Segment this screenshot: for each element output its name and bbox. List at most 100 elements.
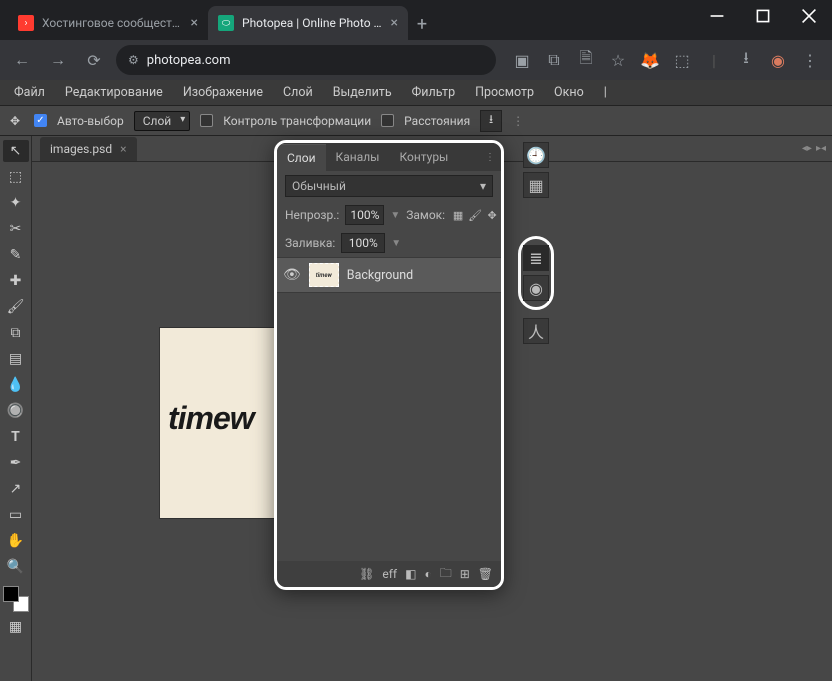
menu-more[interactable]: | [594,81,617,104]
brush-tool[interactable]: 🖌 [3,296,29,318]
menu-window[interactable]: Окно [544,81,594,104]
new-layer-icon[interactable]: ⊞ [460,567,470,581]
tab-paths[interactable]: Контуры [389,144,458,170]
clone-tool[interactable]: ⧉ [3,322,29,344]
scope-select[interactable]: Слой [134,111,191,131]
minimize-button[interactable] [694,0,740,32]
color-swatches[interactable] [3,586,29,612]
wand-tool[interactable]: ✦ [3,192,29,214]
fill-input[interactable]: 100% [341,233,385,253]
divider: | [700,46,728,74]
visibility-icon[interactable]: 👁 [283,267,301,283]
layer-thumbnail[interactable]: timew [309,263,339,287]
panel-collapse-icon[interactable]: ◂▸ [802,143,812,154]
properties-panel-button[interactable]: 人 [523,318,549,344]
distances-checkbox[interactable] [381,114,394,127]
extension-icon[interactable]: ⧉ [540,46,568,74]
layers-panel-button[interactable]: ≣ [523,245,549,271]
move-tool-icon: ✥ [6,112,24,130]
eyedropper-tool[interactable]: ✎ [3,244,29,266]
transform-controls-checkbox[interactable] [200,114,213,127]
browser-tab[interactable]: › Хостинговое сообщество «Tim × [8,6,208,40]
history-panel-button[interactable]: 🕘 [523,142,549,168]
bookmark-icon[interactable]: ☆ [604,46,632,74]
forward-button[interactable]: → [44,46,72,74]
download-button[interactable]: ⭳ [480,110,502,132]
delete-layer-icon[interactable]: 🗑 [478,567,493,581]
close-icon[interactable]: × [391,15,398,31]
canvas-content: timew [168,400,254,437]
channels-panel-button[interactable]: ◉ [523,275,549,301]
hand-tool[interactable]: ✋ [3,530,29,552]
opacity-slider-icon[interactable]: ▼ [390,210,400,221]
layer-row[interactable]: 👁 timew Background [277,257,501,293]
shape-tool[interactable]: ▭ [3,504,29,526]
panel-menu-icon[interactable]: ⋮ [475,146,501,169]
layer-mask-icon[interactable]: ◧ [405,567,416,581]
menu-image[interactable]: Изображение [173,81,273,104]
tab-title: Хостинговое сообщество «Tim [42,16,183,30]
menu-select[interactable]: Выделить [323,81,402,104]
app-menubar: Файл Редактирование Изображение Слой Выд… [0,80,832,106]
link-layers-icon[interactable]: ⛓ [359,567,374,581]
new-tab-button[interactable]: + [408,10,436,38]
opacity-input[interactable]: 100% [345,205,384,225]
reader-icon[interactable]: 🗎 [572,46,600,74]
adjustment-layer-icon[interactable]: ◐ [424,567,431,581]
tab-channels[interactable]: Каналы [326,144,390,170]
canvas[interactable]: timew [160,328,275,518]
heal-tool[interactable]: ✚ [3,270,29,292]
opacity-label: Непрозр.: [285,208,339,222]
extension-icon[interactable]: ⬚ [668,46,696,74]
menu-view[interactable]: Просмотр [465,81,544,104]
path-tool[interactable]: ↗ [3,478,29,500]
lock-all-icon[interactable]: 🔒 [502,208,504,222]
move-tool[interactable]: ↖ [3,140,29,162]
browser-tab[interactable]: ⬭ Photopea | Online Photo Editor × [208,6,408,40]
pen-tool[interactable]: ✒ [3,452,29,474]
lock-transparency-icon[interactable]: ▦ [451,208,465,222]
cast-icon[interactable]: ▣ [508,46,536,74]
close-icon[interactable]: × [191,15,198,31]
menu-edit[interactable]: Редактирование [55,81,173,104]
favicon-icon: ⬭ [218,15,234,31]
lock-pixels-icon[interactable]: 🖌 [468,208,482,222]
dodge-tool[interactable]: 🔘 [3,400,29,422]
fill-label: Заливка: [285,236,335,250]
panel-expand-icon[interactable]: ▸◂ [816,143,826,154]
zoom-tool[interactable]: 🔍 [3,556,29,578]
site-settings-icon[interactable]: ⚙ [128,53,139,67]
back-button[interactable]: ← [8,46,36,74]
close-icon[interactable]: × [120,142,126,156]
new-group-icon[interactable]: 🗀 [440,564,452,585]
crop-tool[interactable]: ✂ [3,218,29,240]
extension-icon[interactable]: 🦊 [636,46,664,74]
menu-icon[interactable]: ⋮ [796,46,824,74]
profile-icon[interactable]: ◉ [764,46,792,74]
lock-position-icon[interactable]: ✥ [485,208,499,222]
layer-effects-button[interactable]: eff [382,567,397,581]
menu-file[interactable]: Файл [4,81,55,104]
downloads-icon[interactable]: ⭳ [732,46,760,74]
maximize-button[interactable] [740,0,786,32]
tab-layers[interactable]: Слои [277,144,326,171]
gradient-tool[interactable]: ▤ [3,348,29,370]
swatches-panel-button[interactable]: ▦ [523,172,549,198]
menu-filter[interactable]: Фильтр [402,81,465,104]
layer-name[interactable]: Background [347,268,413,283]
address-bar[interactable]: ⚙ photopea.com [116,45,496,75]
type-tool[interactable]: T [3,426,29,448]
document-tab[interactable]: images.psd × [40,137,137,161]
menu-layer[interactable]: Слой [273,81,323,104]
close-button[interactable] [786,0,832,32]
auto-select-checkbox[interactable]: ✓ [34,114,47,127]
fill-slider-icon[interactable]: ▼ [391,238,401,249]
blend-mode-select[interactable]: Обычный [285,175,493,197]
marquee-tool[interactable]: ⬚ [3,166,29,188]
separator: ⋮ [512,114,524,128]
transform-controls-label: Контроль трансформации [223,114,371,128]
quickmask-button[interactable]: ▦ [3,616,29,638]
blur-tool[interactable]: 💧 [3,374,29,396]
reload-button[interactable]: ⟳ [80,46,108,74]
distances-label: Расстояния [404,114,470,128]
